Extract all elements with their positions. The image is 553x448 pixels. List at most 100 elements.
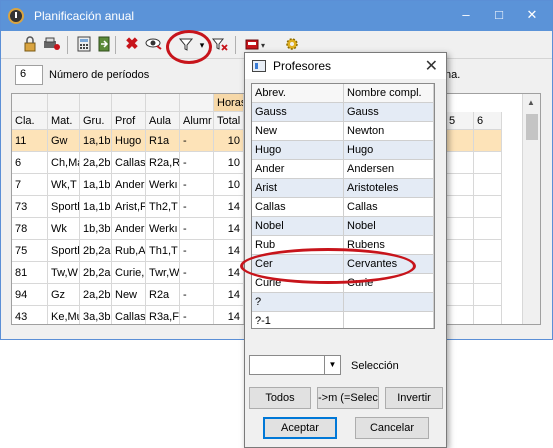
periods-input[interactable]: 6 [15, 65, 43, 85]
period-cell[interactable] [446, 218, 474, 240]
list-item[interactable]: Callas [252, 198, 344, 217]
grid-cell[interactable]: Callas [112, 152, 146, 174]
grid-cell[interactable]: 78 [12, 218, 48, 240]
period-cell[interactable] [446, 240, 474, 262]
list-item[interactable]: Hugo [344, 141, 434, 160]
period-cell[interactable] [474, 240, 502, 262]
period-cell[interactable] [446, 306, 474, 324]
grid-cell[interactable]: 1a,1b [80, 174, 112, 196]
grid-cell[interactable]: 14 [214, 306, 244, 324]
grid-cell[interactable]: Th2,T [146, 196, 180, 218]
cancelar-button[interactable]: Cancelar [355, 417, 429, 439]
period-cell[interactable] [474, 130, 502, 152]
selection-combo[interactable]: ▼ [249, 355, 341, 375]
list-item[interactable]: Ander [252, 160, 344, 179]
export-icon[interactable] [95, 36, 113, 54]
grid-cell[interactable]: Arist,F [112, 196, 146, 218]
view-icon[interactable] [145, 36, 163, 54]
grid-cell[interactable]: 2b,2a [80, 262, 112, 284]
grid-cell[interactable]: Gz [48, 284, 80, 306]
list-item[interactable]: Gauss [344, 103, 434, 122]
grid-cell[interactable]: Curie, [112, 262, 146, 284]
grid-cell[interactable]: 14 [214, 240, 244, 262]
grid-cell[interactable]: 1b,3b [80, 218, 112, 240]
list-item[interactable] [344, 293, 434, 312]
clear-filter-icon[interactable] [211, 36, 229, 54]
period-cell[interactable] [474, 284, 502, 306]
period-cell[interactable] [446, 262, 474, 284]
list-item[interactable]: Gauss [252, 103, 344, 122]
grid-cell[interactable]: Ander [112, 174, 146, 196]
chevron-down-icon[interactable]: ▼ [324, 356, 340, 374]
list-item[interactable]: Nobel [344, 217, 434, 236]
grid-cell[interactable]: 14 [214, 196, 244, 218]
grid-cell[interactable]: Twr,W [146, 262, 180, 284]
grid-cell[interactable]: 11 [12, 130, 48, 152]
grid-cell[interactable]: 7 [12, 174, 48, 196]
dialog-close-button[interactable]: ✕ [425, 56, 438, 76]
period-cell[interactable] [474, 218, 502, 240]
grid-cell[interactable]: 81 [12, 262, 48, 284]
grid-cell[interactable]: 2b,2a [80, 240, 112, 262]
grid-cell[interactable]: Sporth [48, 240, 80, 262]
aceptar-button[interactable]: Aceptar [263, 417, 337, 439]
grid-cell[interactable]: Tw,W [48, 262, 80, 284]
grid-cell[interactable]: - [180, 130, 214, 152]
period-cell[interactable] [474, 174, 502, 196]
close-button[interactable]: ✕ [523, 7, 541, 23]
list-item[interactable]: Arist [252, 179, 344, 198]
grid-cell[interactable]: 2a,2b [80, 284, 112, 306]
grid-cell[interactable]: Wk,T [48, 174, 80, 196]
grid-cell[interactable]: Ch,Ma [48, 152, 80, 174]
grid-cell[interactable]: Th1,T [146, 240, 180, 262]
grid-cell[interactable]: 1a,1b [80, 196, 112, 218]
period-cell[interactable] [446, 196, 474, 218]
list-item[interactable]: Hugo [252, 141, 344, 160]
grid-cell[interactable]: Werkı [146, 174, 180, 196]
grid-cell[interactable]: R2a [146, 284, 180, 306]
grid-cell[interactable]: 94 [12, 284, 48, 306]
print-settings-icon[interactable] [43, 36, 61, 54]
grid-cell[interactable]: 10 [214, 130, 244, 152]
period-cell[interactable] [446, 130, 474, 152]
grid-cell[interactable]: 10 [214, 152, 244, 174]
period-cell[interactable] [446, 152, 474, 174]
grid-cell[interactable]: - [180, 240, 214, 262]
period-cell[interactable] [446, 174, 474, 196]
select-button[interactable]: ->m (=Selec) [317, 387, 379, 409]
list-item[interactable]: New [252, 122, 344, 141]
grid-cell[interactable]: 6 [12, 152, 48, 174]
invertir-button[interactable]: Invertir [385, 387, 443, 409]
period-cell[interactable] [474, 196, 502, 218]
grid-cell[interactable]: - [180, 262, 214, 284]
list-item[interactable]: ?-1 [252, 312, 344, 328]
list-item[interactable]: Nobel [252, 217, 344, 236]
grid-cell[interactable]: Gw [48, 130, 80, 152]
grid-cell[interactable]: 1a,1b [80, 130, 112, 152]
grid-cell[interactable]: Werkı [146, 218, 180, 240]
grid-scrollbar[interactable]: ▲ [522, 94, 540, 324]
grid-cell[interactable]: - [180, 196, 214, 218]
grid-cell[interactable]: Ander [112, 218, 146, 240]
grid-cell[interactable]: - [180, 218, 214, 240]
grid-cell[interactable]: - [180, 152, 214, 174]
grid-cell[interactable]: - [180, 174, 214, 196]
grid-cell[interactable]: R3a,F [146, 306, 180, 324]
delete-icon[interactable]: ✖ [123, 36, 141, 54]
period-cell[interactable] [446, 284, 474, 306]
grid-cell[interactable]: New [112, 284, 146, 306]
list-item[interactable]: Andersen [344, 160, 434, 179]
grid-cell[interactable]: 14 [214, 284, 244, 306]
list-item[interactable]: ? [252, 293, 344, 312]
grid-cell[interactable]: Hugo [112, 130, 146, 152]
grid-cell[interactable]: 75 [12, 240, 48, 262]
period-cell[interactable] [474, 152, 502, 174]
period-cell[interactable] [474, 262, 502, 284]
grid-cell[interactable]: 14 [214, 218, 244, 240]
grid-cell[interactable]: Ke,Mu [48, 306, 80, 324]
grid-cell[interactable]: 73 [12, 196, 48, 218]
period-cell[interactable] [474, 306, 502, 324]
grid-cell[interactable]: - [180, 284, 214, 306]
grid-cell[interactable]: 43 [12, 306, 48, 324]
lock-icon[interactable] [21, 36, 39, 54]
